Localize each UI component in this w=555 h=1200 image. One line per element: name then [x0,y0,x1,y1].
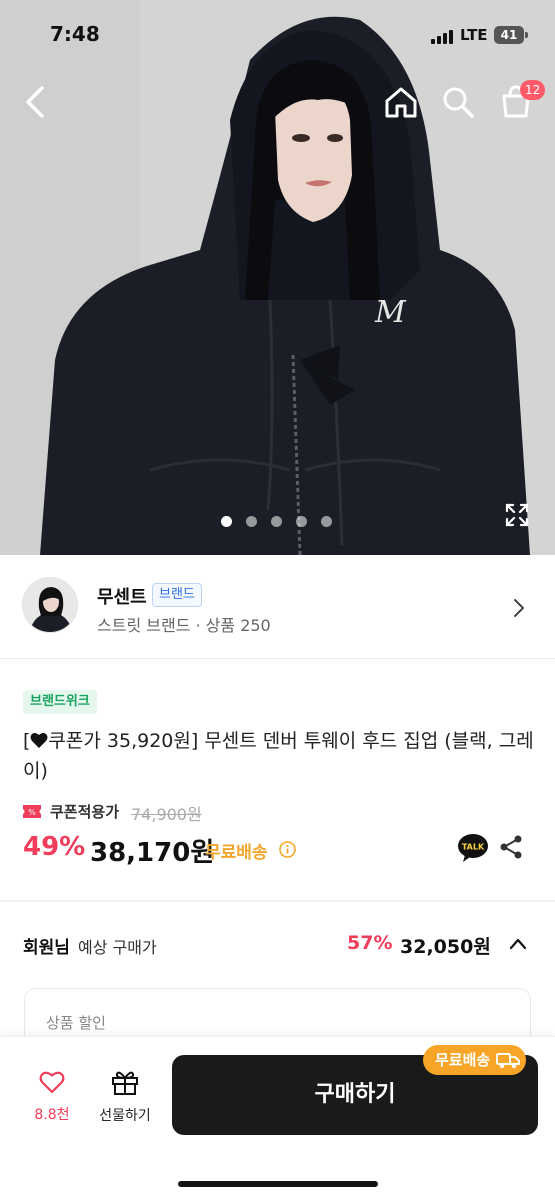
kakao-talk-icon[interactable]: TALK [457,833,489,863]
status-bar: 7:48 LTE 41 [0,0,555,70]
product-image-carousel[interactable]: M 7:48 LTE 41 12 [0,0,555,555]
brand-week-tag: 브랜드위크 [23,690,97,714]
product-title-text: 쿠폰가 35,920원] 무센트 덴버 투웨이 후드 집업 (블랙, 그레이) [23,730,534,782]
coupon-icon: % [23,805,41,818]
price-row: 49% 38,170원 무료배송 TALK [23,832,533,868]
like-count: 8.8천 [34,1107,70,1123]
section-divider [0,900,555,902]
truck-icon [496,1053,520,1069]
gift-button[interactable]: 선물하기 [92,1068,158,1130]
member-label: 회원님 [23,938,70,958]
gift-label: 선물하기 [99,1108,151,1124]
heart-outline-icon [39,1071,65,1094]
coupon-label: 쿠폰적용가 [50,803,120,821]
chevron-up-icon[interactable] [508,936,528,952]
like-button[interactable]: 8.8천 [26,1070,78,1130]
signal-icon [431,28,455,44]
back-icon[interactable] [20,84,50,120]
search-icon[interactable] [440,84,476,120]
chevron-right-icon[interactable] [511,597,527,619]
member-price: 32,050원 [400,936,491,958]
sale-price: 38,170원 [90,838,215,868]
bottom-action-bar: 8.8천 선물하기 구매하기 무료배송 [0,1036,555,1200]
home-icon[interactable] [383,84,419,120]
brand-subtitle: 스트릿 브랜드 · 상품 250 [97,616,271,635]
free-shipping-label: 무료배송 [205,843,268,863]
member-discount-rate: 57% [347,932,393,954]
share-icon[interactable] [499,834,523,860]
member-price-row[interactable]: 회원님 예상 구매가 57% 32,050원 [23,931,533,961]
network-type: LTE [460,26,488,44]
title-bracket: [ [23,730,31,752]
svg-text:M: M [374,295,407,330]
brand-avatar [22,577,78,633]
cart-count-badge: 12 [520,80,546,100]
expected-price-label: 예상 구매가 [78,938,157,957]
brand-badge: 브랜드 [152,583,202,607]
brand-name[interactable]: 무센트 [97,583,147,609]
info-icon[interactable] [279,841,296,858]
product-title: [쿠폰가 35,920원] 무센트 덴버 투웨이 후드 집업 (블랙, 그레이) [23,726,538,786]
product-discount-title: 상품 할인 [46,1014,106,1032]
svg-text:TALK: TALK [462,843,485,852]
svg-text:%: % [28,808,36,817]
brand-row[interactable]: 무센트 브랜드 스트릿 브랜드 · 상품 250 [0,555,555,659]
discount-rate: 49% [23,832,86,862]
battery-icon: 41 [494,26,528,44]
black-heart-icon [30,732,48,748]
home-indicator [178,1181,378,1187]
fullscreen-icon[interactable] [504,502,530,528]
original-price: 74,900원 [131,805,202,824]
gift-icon [112,1071,138,1095]
status-time: 7:48 [50,22,100,46]
